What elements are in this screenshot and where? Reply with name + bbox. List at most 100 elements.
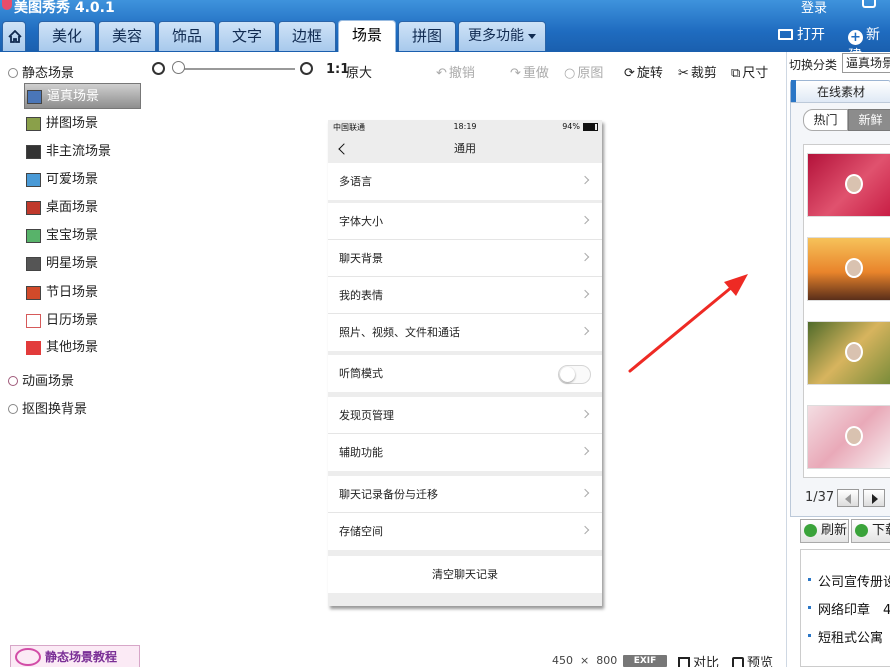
times-sign: × xyxy=(580,654,590,667)
settings-group: 清空聊天记录 xyxy=(328,556,602,593)
zoom-in-icon[interactable] xyxy=(300,62,313,75)
settings-row: 发现页管理 xyxy=(328,397,602,434)
app-logo-icon xyxy=(2,0,12,10)
redo-button[interactable]: ↷ 重做 xyxy=(510,62,549,81)
settings-row: 字体大小 xyxy=(328,203,602,240)
original-image-button[interactable]: ○ 原图 xyxy=(564,62,603,81)
sidebar-item-calendar[interactable]: 日历场景 xyxy=(24,308,141,334)
sidebar-item-other[interactable]: 其他场景 xyxy=(24,335,141,361)
phone-nav-bar: 通用 xyxy=(328,135,602,163)
tab-text[interactable]: 文字 xyxy=(218,21,276,51)
heart-icon xyxy=(26,341,41,355)
tab-more-functions[interactable]: 更多功能 xyxy=(458,21,546,51)
phone-status-bar: 中国联通 18:19 94% xyxy=(328,120,602,135)
settings-row: 多语言 xyxy=(328,163,602,200)
message-icon[interactable] xyxy=(862,0,876,8)
tab-beautify[interactable]: 美化 xyxy=(38,21,96,51)
exif-button[interactable]: EXIF xyxy=(623,655,667,667)
compare-button[interactable]: 对比 xyxy=(678,652,719,667)
category-animated[interactable]: 动画场景 xyxy=(8,370,74,389)
phone-title: 通用 xyxy=(454,142,476,155)
sidebar-item-label: 逼真场景 xyxy=(47,89,100,104)
resize-button[interactable]: ⧉ 尺寸 xyxy=(731,62,768,81)
material-thumbnail[interactable] xyxy=(807,405,890,469)
prev-page-button[interactable] xyxy=(837,489,859,507)
title-tab-bar: 美图秀秀 4.0.1 登录 美化 美容 饰品 文字 边框 场景 拼图 更多功能 … xyxy=(0,0,890,64)
material-thumbnail[interactable] xyxy=(807,237,890,301)
download-icon xyxy=(855,524,868,537)
toggle-switch xyxy=(558,365,591,384)
ad-link[interactable]: 短租式公寓 xyxy=(808,627,883,646)
ad-link-label: 网络印章 4 xyxy=(818,603,890,618)
sidebar-item-holiday[interactable]: 节日场景 xyxy=(24,280,141,306)
photo-frame-icon xyxy=(845,426,863,446)
sidebar-item-label: 日历场景 xyxy=(46,313,99,328)
scene-holiday-icon xyxy=(26,286,41,300)
settings-row: 存储空间 xyxy=(328,513,602,550)
download-button[interactable]: 下载 xyxy=(851,519,890,543)
tab-frame[interactable]: 边框 xyxy=(278,21,336,51)
next-page-button[interactable] xyxy=(863,489,885,507)
zoom-slider[interactable] xyxy=(175,68,295,70)
tab-cosmetic[interactable]: 美容 xyxy=(98,21,156,51)
settings-row-label: 字体大小 xyxy=(339,215,383,228)
refresh-button[interactable]: 刷新 xyxy=(800,519,849,543)
sidebar-item-nonmainstream[interactable]: 非主流场景 xyxy=(24,139,141,165)
settings-row: 照片、视频、文件和通话 xyxy=(328,314,602,351)
redo-label: 重做 xyxy=(522,66,549,81)
animated-scene-icon xyxy=(8,376,18,386)
phone-time: 18:19 xyxy=(453,122,477,131)
open-button[interactable]: 打开 xyxy=(778,24,825,44)
popular-button[interactable]: 热门 xyxy=(803,109,848,131)
undo-icon: ↶ xyxy=(436,66,447,81)
sort-toggle: 热门 新鲜 xyxy=(803,109,890,131)
category-select[interactable]: 逼真场景 xyxy=(842,53,890,73)
settings-row: 我的表情 xyxy=(328,277,602,314)
photo-frame-icon xyxy=(845,174,863,194)
undo-button[interactable]: ↶ 撤销 xyxy=(436,62,475,81)
zoom-slider-handle[interactable] xyxy=(172,61,185,74)
sidebar-item-label: 非主流场景 xyxy=(46,144,112,159)
sidebar-item-desktop[interactable]: 桌面场景 xyxy=(24,195,141,221)
chevron-right-icon xyxy=(580,525,590,535)
crop-label: 裁剪 xyxy=(690,66,717,81)
tutorial-button[interactable]: 静态场景教程 xyxy=(10,645,140,667)
login-link[interactable]: 登录 xyxy=(801,0,827,16)
refresh-label: 刷新 xyxy=(821,523,848,538)
newest-button[interactable]: 新鲜 xyxy=(848,109,890,131)
crop-button[interactable]: ✂ 裁剪 xyxy=(678,62,717,81)
category-static[interactable]: 静态场景 xyxy=(8,62,74,81)
ad-links: 公司宣传册设 网络印章 4 短租式公寓 xyxy=(800,549,890,667)
scene-cute-icon xyxy=(26,173,41,187)
material-thumbnail[interactable] xyxy=(807,153,890,217)
sidebar-item-baby[interactable]: 宝宝场景 xyxy=(24,223,141,249)
compare-label: 对比 xyxy=(693,656,720,667)
material-panel: 切换分类 逼真场景 在线素材 热门 新鲜 1/37 刷新 下载 公司宣传册设 网… xyxy=(786,52,890,667)
sidebar-item-celebrity[interactable]: 明星场景 xyxy=(24,251,141,277)
scissors-icon: ✂ xyxy=(678,66,689,81)
sidebar-item-label: 宝宝场景 xyxy=(46,228,99,243)
ad-link[interactable]: 网络印章 4 xyxy=(808,599,890,618)
resize-label: 尺寸 xyxy=(742,66,769,81)
switch-category-label: 切换分类 xyxy=(789,58,838,72)
preview-button[interactable]: 预览 xyxy=(732,652,773,667)
tab-online-materials[interactable]: 在线素材 xyxy=(790,80,890,103)
tab-collage[interactable]: 拼图 xyxy=(398,21,456,51)
category-cutout[interactable]: 抠图换背景 xyxy=(8,398,87,417)
material-thumbnail[interactable] xyxy=(807,321,890,385)
sidebar-item-label: 其他场景 xyxy=(46,340,99,355)
tab-accessories[interactable]: 饰品 xyxy=(158,21,216,51)
sidebar-item-realistic[interactable]: 逼真场景 xyxy=(24,83,141,109)
scene-sidebar: 静态场景 逼真场景 拼图场景 非主流场景 可爱场景 桌面场景 宝宝场景 明星场景… xyxy=(0,52,148,667)
ad-link[interactable]: 公司宣传册设 xyxy=(808,571,890,590)
paw-icon xyxy=(15,648,41,666)
tab-home[interactable] xyxy=(2,21,26,51)
sidebar-item-cute[interactable]: 可爱场景 xyxy=(24,167,141,193)
preview-label: 预览 xyxy=(747,656,774,667)
rotate-button[interactable]: ⟳ 旋转 xyxy=(624,62,663,81)
original-size-button[interactable]: 原大 xyxy=(346,62,372,81)
folder-icon xyxy=(778,29,793,40)
sidebar-item-collage[interactable]: 拼图场景 xyxy=(24,111,141,137)
zoom-out-icon[interactable] xyxy=(152,62,165,75)
tab-scene[interactable]: 场景 xyxy=(338,20,396,52)
